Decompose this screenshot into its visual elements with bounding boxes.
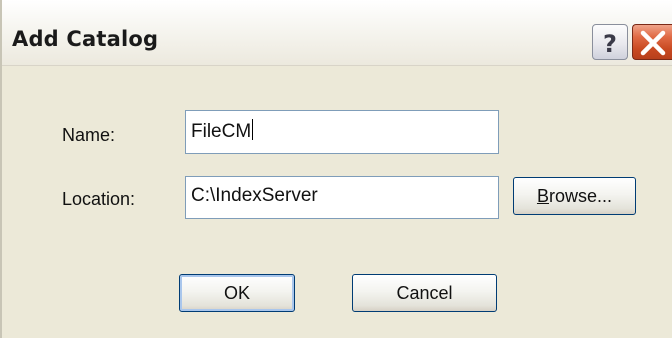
- cancel-button[interactable]: Cancel: [352, 274, 497, 312]
- close-button[interactable]: [632, 24, 672, 60]
- ok-button[interactable]: OK: [179, 274, 295, 312]
- ok-label: OK: [223, 283, 250, 303]
- text-caret: [252, 119, 254, 140]
- cancel-label: Cancel: [396, 283, 453, 303]
- location-label: Location:: [62, 189, 136, 209]
- browse-button[interactable]: Browse...: [513, 177, 636, 215]
- title-bar[interactable]: Add Catalog ?: [2, 0, 672, 66]
- name-field[interactable]: FileCM: [185, 110, 499, 154]
- add-catalog-dialog: Add Catalog ? Name: FileCM Location: C:\…: [0, 0, 672, 338]
- location-field[interactable]: C:\IndexServer: [185, 176, 499, 219]
- browse-label: rowse...: [548, 186, 613, 206]
- dialog-body: Name: FileCM Location: C:\IndexServer Br…: [2, 66, 672, 338]
- browse-accelerator: B: [536, 186, 549, 206]
- location-field-value: C:\IndexServer: [191, 185, 318, 206]
- name-label: Name:: [62, 125, 116, 145]
- help-glyph: ?: [603, 30, 617, 58]
- name-field-value: FileCM: [191, 121, 252, 142]
- question-mark-icon: ?: [603, 30, 617, 58]
- dialog-title: Add Catalog: [12, 27, 159, 51]
- close-icon: [640, 30, 666, 56]
- help-button[interactable]: ?: [592, 24, 628, 60]
